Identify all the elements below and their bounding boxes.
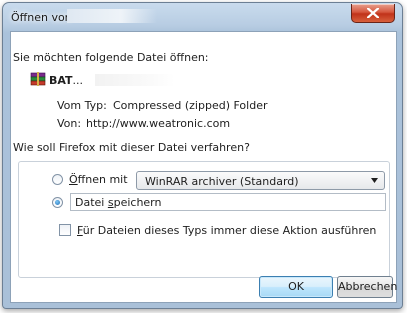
dialog-body: Sie möchten folgende Datei öffnen: BAT..… bbox=[10, 31, 397, 303]
source-value: http://www.weatronic.com bbox=[86, 117, 231, 130]
chevron-down-icon bbox=[371, 178, 378, 183]
intro-text: Sie möchten folgende Datei öffnen: bbox=[13, 51, 209, 64]
file-name: BAT bbox=[49, 74, 73, 87]
download-dialog: Öffnen von Sie möchten folgende Datei öf… bbox=[2, 2, 403, 309]
save-file-radio[interactable] bbox=[52, 197, 63, 208]
title-redaction bbox=[67, 9, 157, 23]
source-label: Von: bbox=[57, 117, 82, 130]
save-file-option[interactable]: Datei speichern bbox=[70, 193, 386, 211]
type-value: Compressed (zipped) Folder bbox=[113, 99, 268, 112]
ok-button[interactable]: OK bbox=[259, 276, 333, 298]
file-name-redaction bbox=[95, 74, 175, 86]
winrar-archive-icon bbox=[30, 72, 46, 86]
file-name-ellipsis: ... bbox=[72, 74, 84, 87]
type-label: Vom Typ: bbox=[57, 99, 107, 112]
close-icon bbox=[367, 8, 379, 18]
open-with-app-value: WinRAR archiver (Standard) bbox=[145, 175, 299, 188]
open-with-label[interactable]: Öffnen mit bbox=[69, 173, 128, 186]
cancel-button[interactable]: Abbrechen bbox=[337, 276, 397, 298]
close-button[interactable] bbox=[351, 4, 395, 23]
remember-action-checkbox[interactable] bbox=[59, 224, 71, 236]
remember-action-label[interactable]: Für Dateien dieses Typs immer diese Akti… bbox=[77, 224, 376, 237]
window-title: Öffnen von bbox=[11, 11, 72, 24]
open-with-radio[interactable] bbox=[52, 174, 63, 185]
open-with-app-select[interactable]: WinRAR archiver (Standard) bbox=[136, 171, 385, 190]
action-question: Wie soll Firefox mit dieser Datei verfah… bbox=[13, 141, 253, 154]
title-bar[interactable]: Öffnen von bbox=[3, 3, 402, 31]
